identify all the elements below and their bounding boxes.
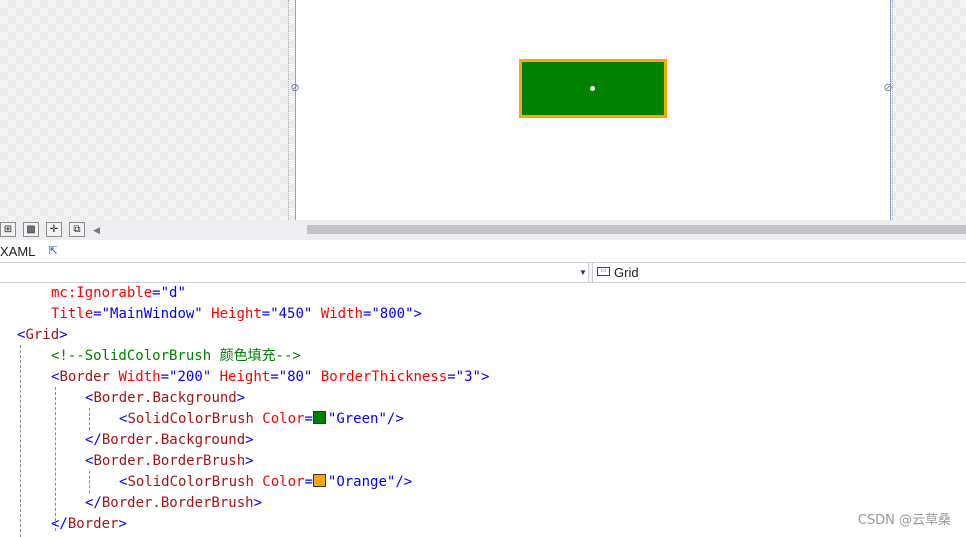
code-line-3: <Grid> [17,327,68,343]
design-guide-left [288,0,289,220]
indent-guide [55,387,56,531]
border-preview-element[interactable] [519,59,667,118]
code-line-5: <Border Width="200" Height="80" BorderTh… [51,369,490,385]
element-dropdown[interactable]: ▭ Grid [592,263,966,282]
chain-link-icon[interactable]: ⊘ [289,82,301,94]
designer-toolbar: ⊞ ▩ ✛ ⧉ ◀ [0,220,966,240]
designer-surface[interactable]: ⊘ ⊘ [0,0,966,220]
grid-toggle-icon[interactable]: ⊞ [0,222,16,237]
color-swatch-orange[interactable] [312,474,326,487]
navigation-bar: ▼ ▭ Grid [0,263,966,283]
indent-guide [89,408,90,430]
code-line-8: </Border.Background> [85,432,254,448]
chain-link-icon[interactable]: ⊘ [882,82,894,94]
horizontal-scrollbar-thumb[interactable] [307,225,966,234]
xaml-element-icon: ▭ [597,267,610,276]
color-swatch-green[interactable] [312,411,326,424]
element-dropdown-label: Grid [614,265,639,280]
selection-center-dot [590,86,595,91]
xaml-code-editor[interactable]: mc:Ignorable="d" Title="MainWindow" Heig… [0,283,966,537]
code-line-6: <Border.Background> [85,390,246,406]
editor-tab-strip: XAML ⇱ [0,240,966,263]
code-line-11: </Border.BorderBrush> [85,495,263,511]
indent-guide [20,345,21,537]
watermark: CSDN @云草桑 [857,513,951,528]
snap-toggle-icon[interactable]: ✛ [46,222,62,237]
popout-icon[interactable]: ⇱ [46,244,60,258]
scroll-left-icon[interactable]: ◀ [93,223,103,237]
tab-xaml[interactable]: XAML [0,244,35,259]
scope-dropdown[interactable] [0,263,589,282]
code-line-9: <Border.BorderBrush> [85,453,254,469]
indent-guide [89,471,90,493]
checker-toggle-icon[interactable]: ▩ [23,222,39,237]
code-line-2: Title="MainWindow" Height="450" Width="8… [51,306,422,322]
code-line-1: mc:Ignorable="d" [51,285,186,301]
chevron-down-icon[interactable]: ▼ [578,266,588,279]
code-line-10: <SolidColorBrush Color= "Orange"/> [119,474,413,490]
design-guide-right [892,0,893,220]
code-line-7: <SolidColorBrush Color= "Green"/> [119,411,404,427]
window-preview-canvas[interactable] [295,0,891,220]
snapline-toggle-icon[interactable]: ⧉ [69,222,85,237]
code-line-4: <!--SolidColorBrush 颜色填充--> [51,348,301,364]
code-line-12: </Border> [51,516,127,532]
